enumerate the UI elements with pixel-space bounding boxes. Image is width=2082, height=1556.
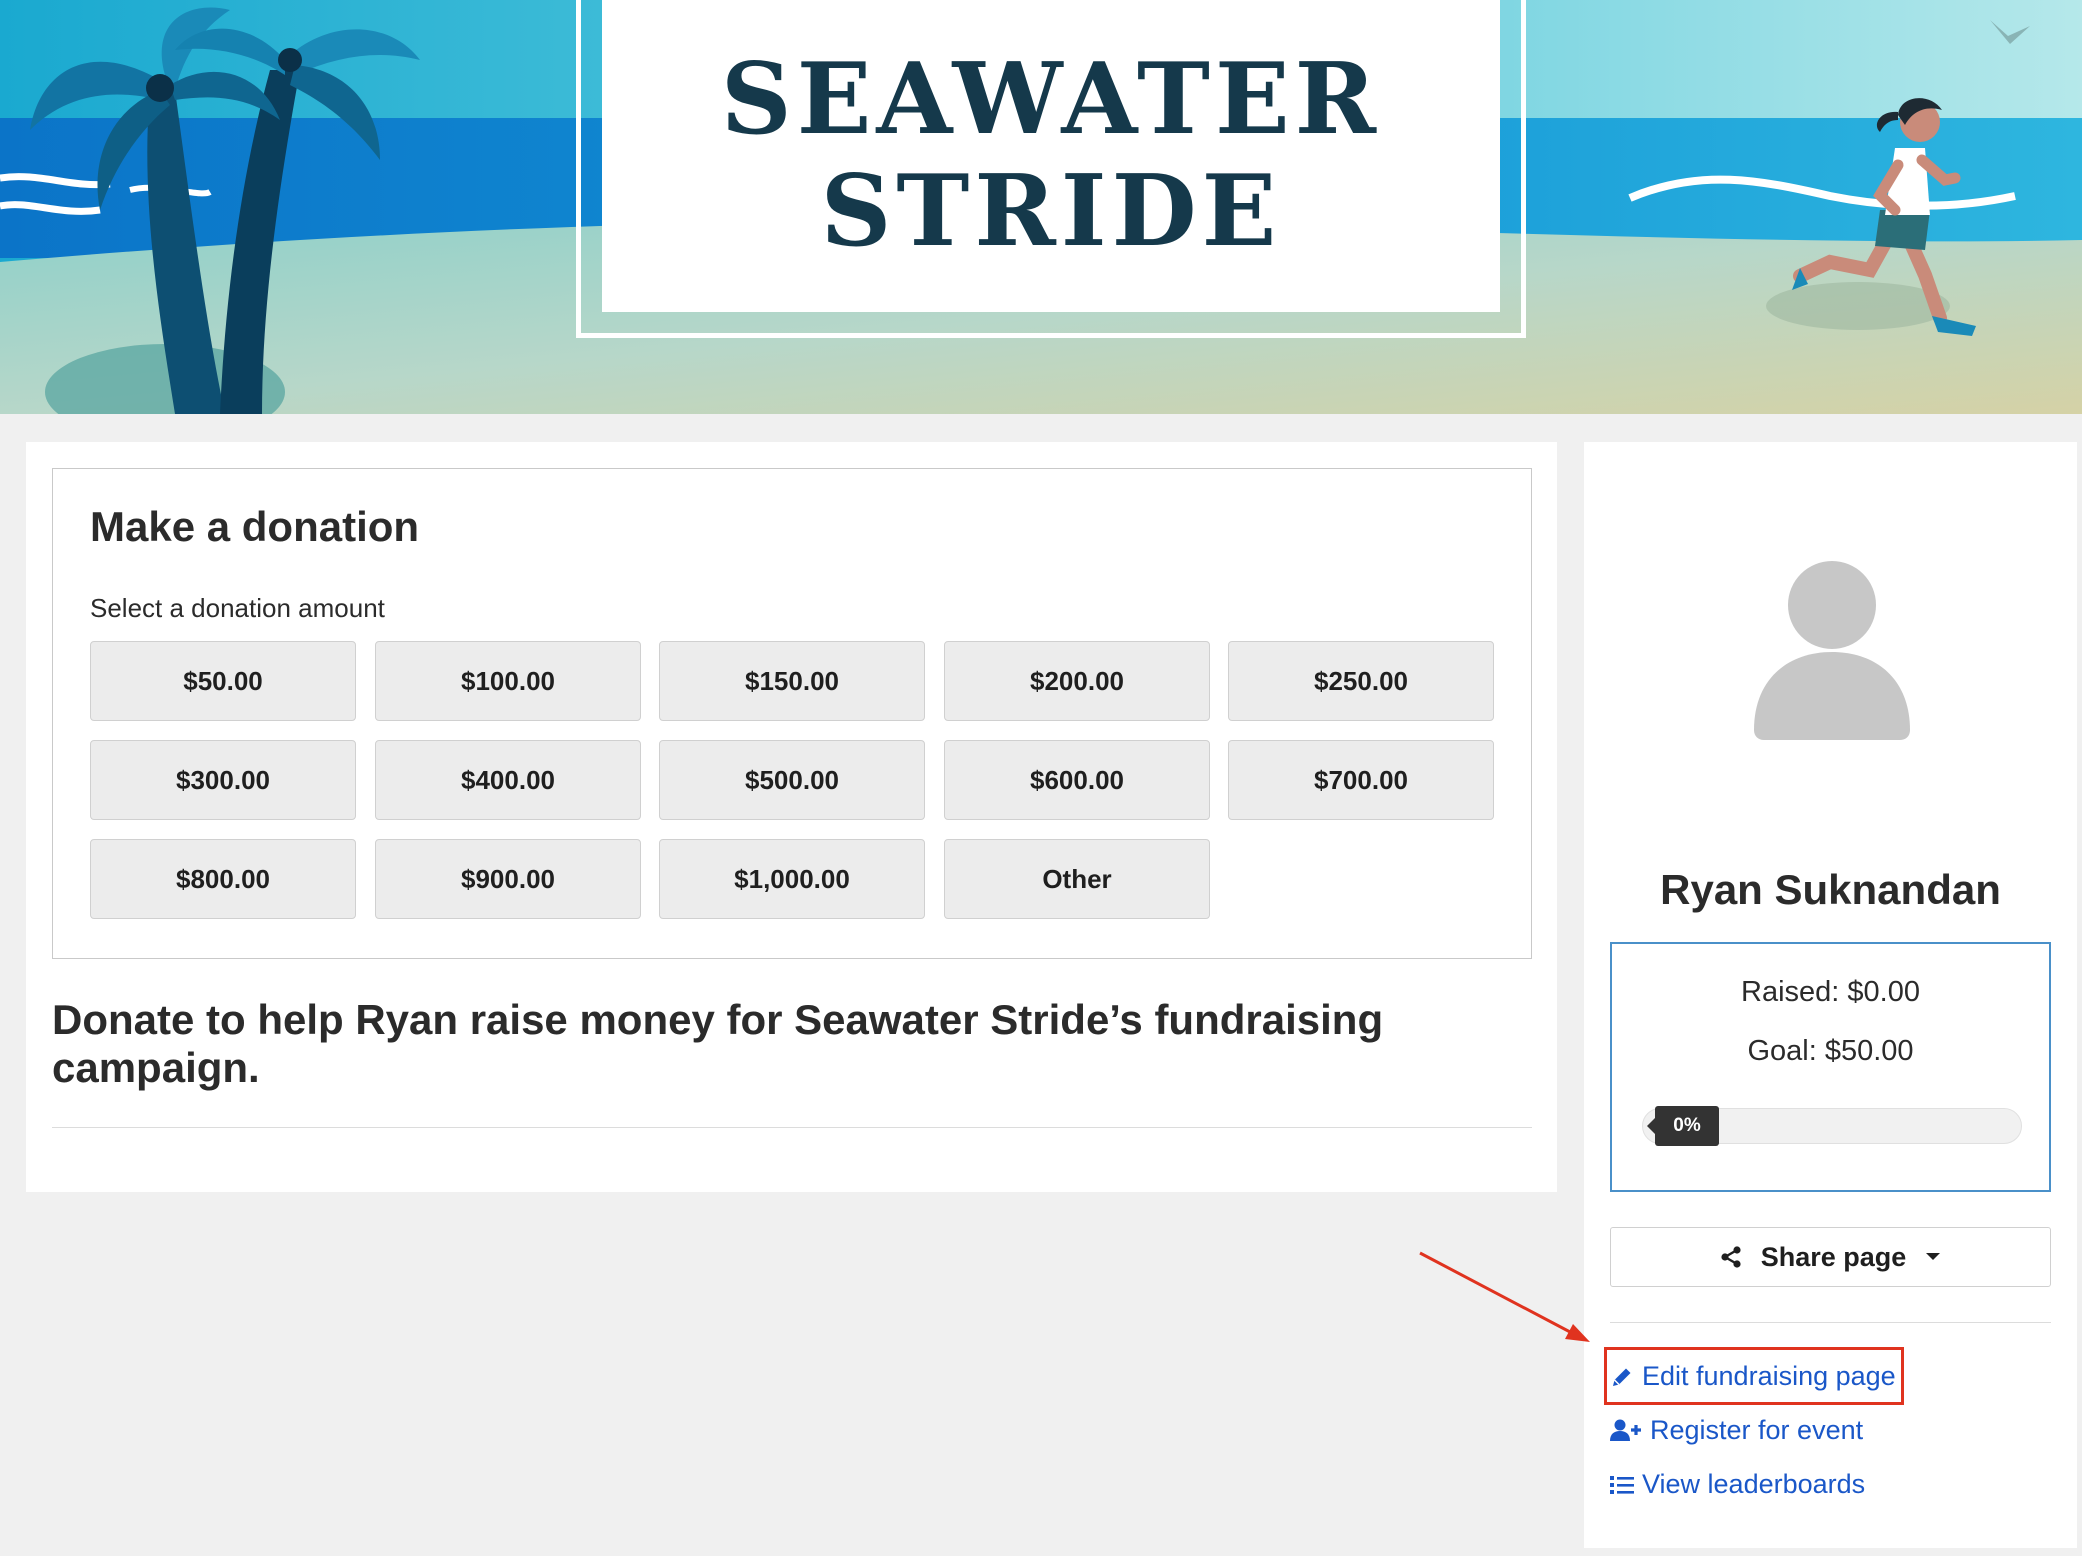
register-for-event-label: Register for event (1650, 1415, 1864, 1445)
amount-button-700[interactable]: $700.00 (1228, 740, 1494, 820)
campaign-headline: Donate to help Ryan raise money for Seaw… (52, 996, 1384, 1091)
event-title-line-1: SEAWATER (720, 42, 1382, 157)
user-avatar-icon (1754, 561, 1910, 740)
divider (52, 1127, 1532, 1128)
amount-button-400[interactable]: $400.00 (375, 740, 641, 820)
event-title-line-2: STRIDE (820, 154, 1282, 269)
view-leaderboards-link[interactable]: View leaderboards (1610, 1469, 1865, 1500)
amount-button-1000[interactable]: $1,000.00 (659, 839, 925, 919)
amount-button-600[interactable]: $600.00 (944, 740, 1210, 820)
amount-button-500[interactable]: $500.00 (659, 740, 925, 820)
amount-button-150[interactable]: $150.00 (659, 641, 925, 721)
main-content: Make a donation Select a donation amount… (26, 442, 1557, 1192)
view-leaderboards-label: View leaderboards (1642, 1469, 1866, 1499)
user-plus-icon (1610, 1419, 1641, 1441)
annotation-highlight-box (1604, 1347, 1904, 1405)
caret-down-icon (1926, 1253, 1941, 1260)
donation-box: Make a donation Select a donation amount… (52, 468, 1532, 959)
progress-percent-badge: 0% (1647, 1106, 1719, 1146)
list-icon (1610, 1475, 1634, 1494)
amount-button-300[interactable]: $300.00 (90, 740, 356, 820)
share-page-label: Share page (1760, 1241, 1907, 1272)
share-icon (1721, 1246, 1741, 1268)
register-for-event-link[interactable]: Register for event (1610, 1415, 1863, 1446)
amount-button-other[interactable]: Other (944, 839, 1210, 919)
amount-button-800[interactable]: $800.00 (90, 839, 356, 919)
fundraiser-name: Ryan Suknandan (1660, 866, 2001, 913)
hero-banner: SEAWATER STRIDE (0, 0, 2082, 414)
goal-amount: Goal: $50.00 (1747, 1035, 1914, 1067)
share-page-button[interactable]: Share page (1610, 1227, 2051, 1287)
event-title: SEAWATER STRIDE (602, 0, 1500, 312)
donation-heading: Make a donation (90, 503, 420, 550)
divider (1610, 1322, 2051, 1323)
amount-button-50[interactable]: $50.00 (90, 641, 356, 721)
amount-button-100[interactable]: $100.00 (375, 641, 641, 721)
fundraising-stats: Raised: $0.00 Goal: $50.00 0% (1610, 942, 2051, 1192)
amount-button-250[interactable]: $250.00 (1228, 641, 1494, 721)
amount-button-900[interactable]: $900.00 (375, 839, 641, 919)
amount-button-200[interactable]: $200.00 (944, 641, 1210, 721)
raised-amount: Raised: $0.00 (1741, 976, 1920, 1008)
donation-subheading: Select a donation amount (90, 593, 385, 623)
